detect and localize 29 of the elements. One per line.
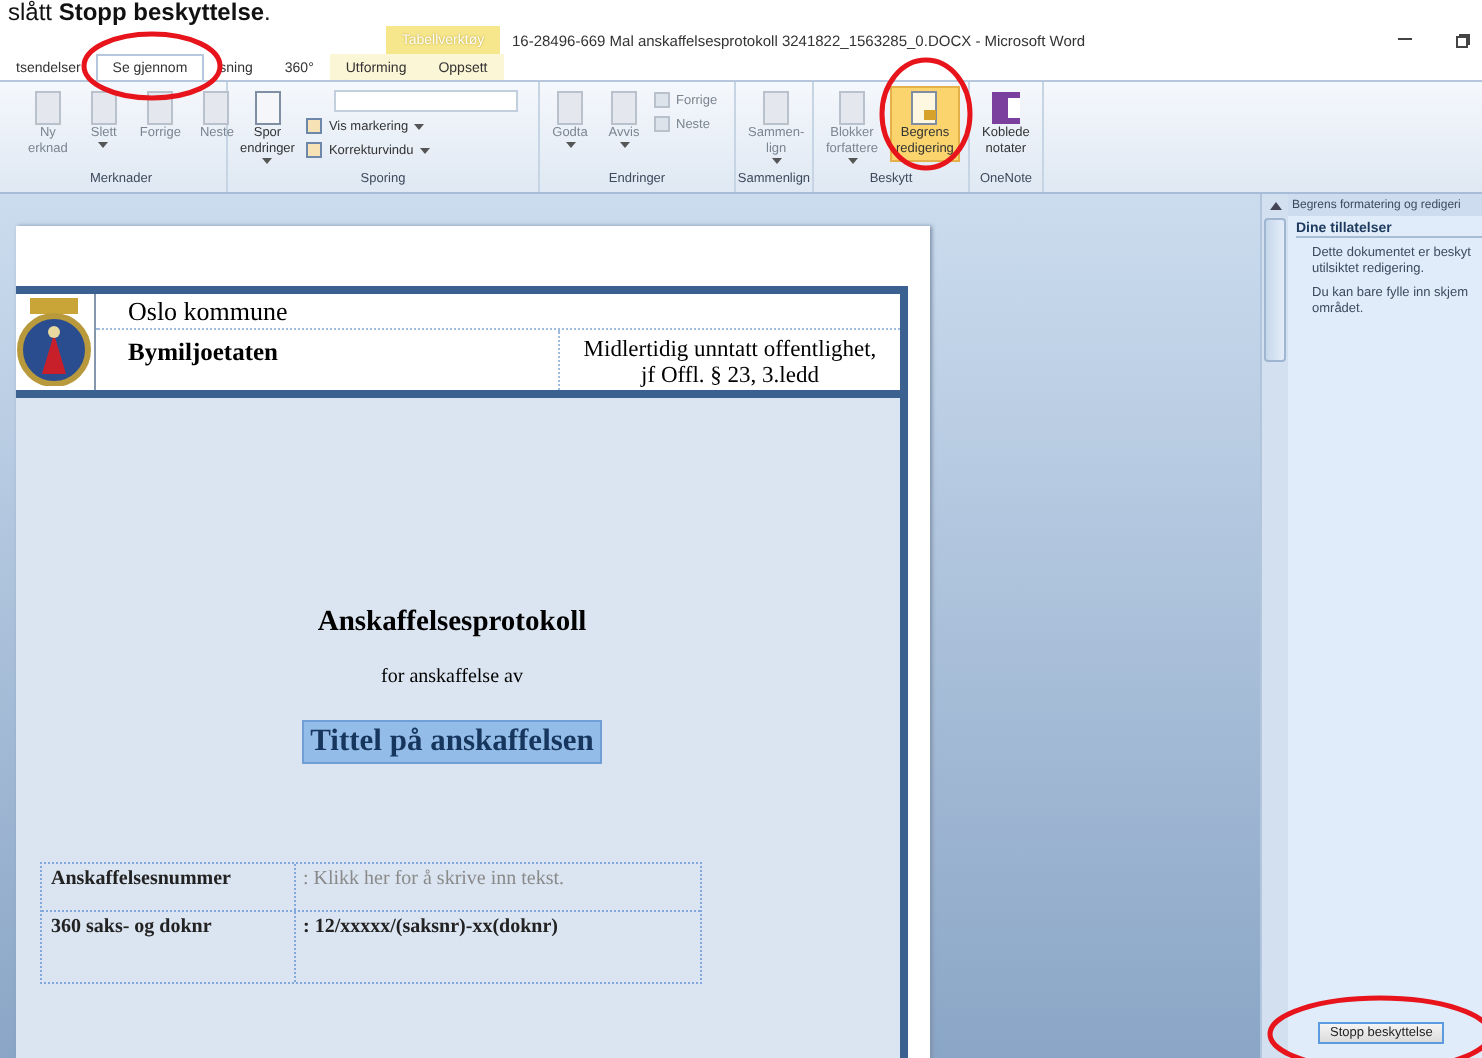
document-icon — [606, 90, 642, 126]
highlight-circle — [879, 57, 973, 171]
vertical-scrollbar[interactable] — [1260, 194, 1288, 1058]
minimize-icon[interactable] — [1398, 38, 1412, 42]
document-subheading: for anskaffelse av — [381, 666, 523, 688]
document-icon — [834, 90, 870, 126]
document-icon — [552, 90, 588, 126]
document-icon — [906, 90, 943, 126]
document-icon — [29, 90, 66, 126]
document-icon — [198, 90, 235, 126]
table-cell-text: : 12/xxxxx/(saksnr)-xx(doknr) — [301, 914, 561, 942]
scroll-thumb[interactable] — [1264, 218, 1286, 362]
caption-text: slått Stopp beskyttelse. — [6, 0, 273, 26]
document-icon — [85, 90, 122, 126]
classification-text: Midlertidig unntatt offentlighet, jf Offl. § 23, 3.ledd — [581, 336, 879, 390]
document-icon — [249, 90, 286, 126]
highlight-circle — [81, 31, 223, 101]
title-field[interactable]: Tittel på anskaffelsen — [302, 720, 602, 764]
document-icon — [758, 90, 795, 126]
table-cell: 360 saks- og doknr — [41, 912, 295, 982]
restore-icon[interactable] — [1456, 33, 1470, 47]
scroll-up-icon[interactable] — [1269, 202, 1281, 210]
notebook-icon — [987, 90, 1024, 126]
combo-field[interactable] — [334, 90, 519, 112]
unit-name: Bymiljoetaten — [96, 330, 560, 390]
organization-name: Oslo kommune — [96, 294, 900, 330]
crest-icon — [16, 298, 94, 386]
document-heading: Anskaffelsesprotokoll — [317, 606, 587, 640]
table-cell: Anskaffelsesnummer — [41, 864, 295, 910]
